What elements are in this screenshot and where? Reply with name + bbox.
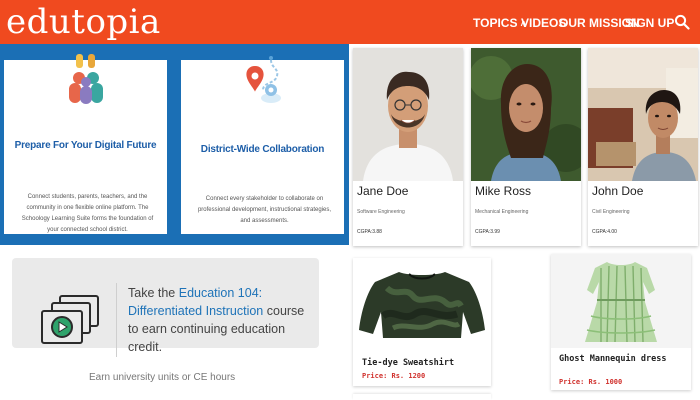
- feature-title: District-Wide Collaboration: [200, 144, 325, 155]
- profile-name: Jane Doe: [357, 184, 409, 198]
- feature-description: Connect students, parents, teachers, and…: [21, 194, 154, 233]
- nav-topics-label: TOPICS: [473, 16, 518, 30]
- product-price: Price: Rs. 1200: [362, 372, 426, 380]
- profile-card[interactable]: Jane Doe Software Engineering CGPA:3.88: [353, 48, 463, 246]
- course-promo-text: Take the Education 104: Differentiated I…: [128, 284, 318, 356]
- product-name: Tie-dye Sweatshirt: [362, 358, 455, 368]
- profile-card[interactable]: Mike Ross Mechanical Engineering CGPA:3.…: [471, 48, 581, 246]
- profile-cgpa: CGPA:3.99: [475, 229, 500, 235]
- map-pin-route-icon: [245, 56, 281, 103]
- feature-card[interactable]: District-Wide Collaboration Connect ever…: [181, 56, 344, 234]
- profile-cgpa: CGPA:3.88: [357, 229, 382, 235]
- profile-photo: [353, 48, 463, 181]
- connected-people-icon: [68, 54, 103, 104]
- profile-major: Civil Engineering: [592, 209, 630, 215]
- profile-major: Mechanical Engineering: [475, 209, 529, 215]
- video-stack-icon: [41, 295, 99, 344]
- profile-major: Software Engineering: [357, 209, 405, 215]
- feature-card[interactable]: Prepare For Your Digital Future Connect …: [4, 54, 167, 234]
- page: edutopia TOPICS ˄ VIDEOS OUR MISSION SIGN…: [0, 0, 700, 400]
- feature-description: Connect every stakeholder to collaborate…: [197, 196, 332, 224]
- product-card[interactable]: Ghost Mannequin dress Price: Rs. 1000: [551, 254, 691, 390]
- product-image: [551, 254, 691, 348]
- profile-cgpa: CGPA:4.00: [592, 229, 617, 235]
- site-logo[interactable]: edutopia: [6, 2, 161, 42]
- profile-photo: [471, 48, 581, 181]
- profile-name: Mike Ross: [475, 184, 532, 198]
- divider: [116, 283, 117, 357]
- product-image: [353, 258, 491, 346]
- product-price: Price: Rs. 1000: [559, 378, 623, 386]
- course-promo-subtext: Earn university units or CE hours: [89, 372, 236, 383]
- promo-text-before: Take the: [128, 286, 179, 300]
- nav-sign-up[interactable]: SIGN UP: [625, 15, 674, 31]
- nav-topics[interactable]: TOPICS ˄: [473, 15, 526, 33]
- product-card-partial: [353, 394, 491, 400]
- product-name: Ghost Mannequin dress: [559, 354, 667, 364]
- features-panel: Prepare For Your Digital Future Connect …: [0, 44, 349, 245]
- search-icon[interactable]: [674, 14, 690, 30]
- site-header: edutopia TOPICS ˄ VIDEOS OUR MISSION SIGN…: [0, 0, 700, 44]
- product-card[interactable]: Tie-dye Sweatshirt Price: Rs. 1200: [353, 258, 491, 386]
- profile-name: John Doe: [592, 184, 644, 198]
- profile-photo: [588, 48, 698, 181]
- profile-card[interactable]: John Doe Civil Engineering CGPA:4.00: [588, 48, 698, 246]
- feature-title: Prepare For Your Digital Future: [14, 140, 157, 151]
